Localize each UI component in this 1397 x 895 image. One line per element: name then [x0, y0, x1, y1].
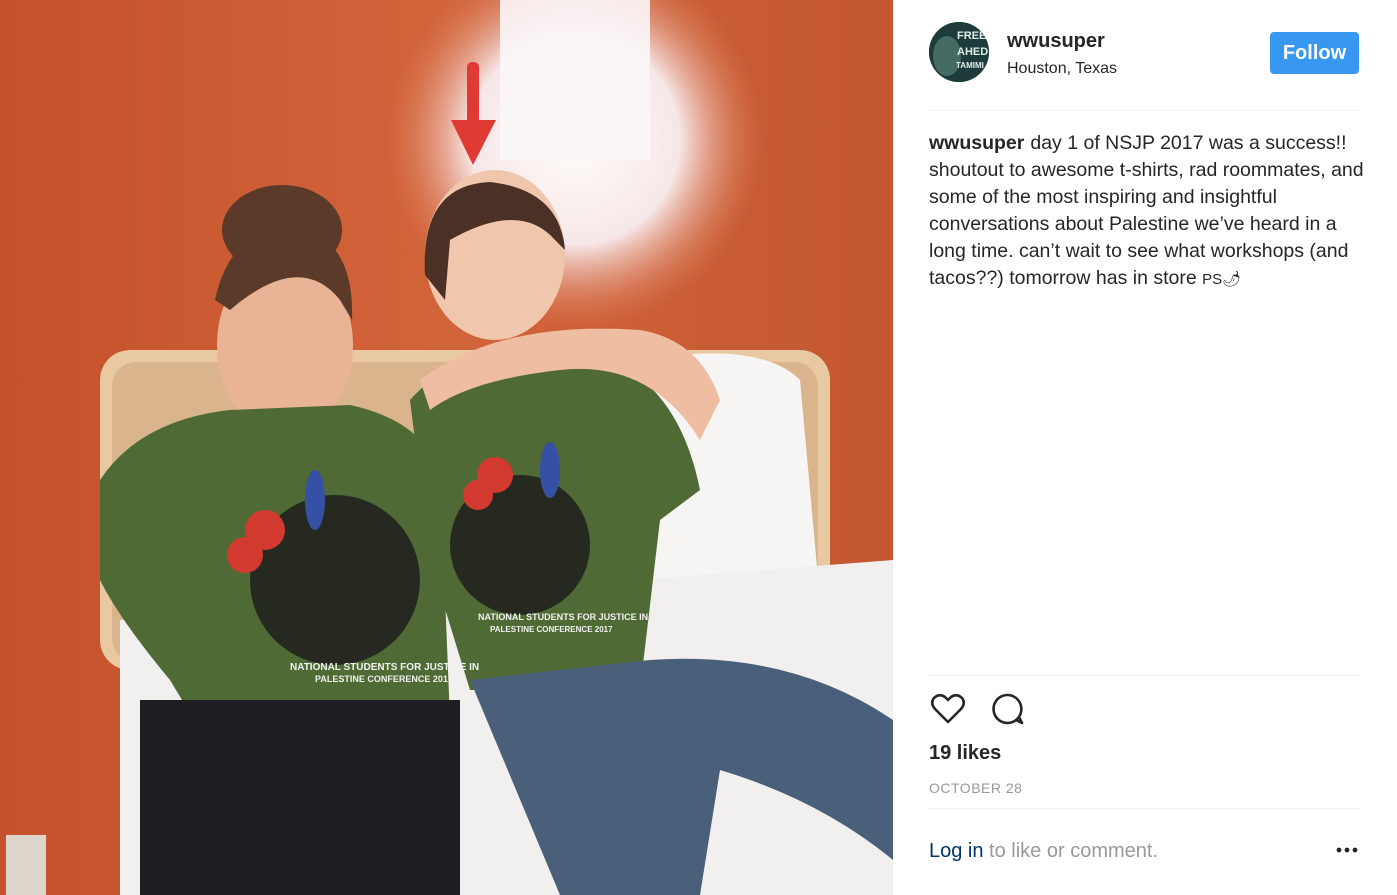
more-options-icon[interactable]: [1335, 838, 1359, 862]
shirt-text-2: PALESTINE CONFERENCE 2017: [315, 674, 453, 684]
post-caption: wwusuper day 1 of NSJP 2017 was a success…: [929, 130, 1364, 293]
likes-count[interactable]: 19 likes: [929, 742, 1001, 765]
heart-icon[interactable]: [929, 690, 967, 728]
avatar-text-1: FREE: [957, 30, 986, 42]
follow-button[interactable]: Follow: [1270, 32, 1359, 74]
photo-illustration: NATIONAL STUDENTS FOR JUSTICE IN PALESTI…: [0, 0, 893, 895]
post-photo[interactable]: NATIONAL STUDENTS FOR JUSTICE IN PALESTI…: [0, 0, 893, 895]
shirt-text-3: NATIONAL STUDENTS FOR JUSTICE IN: [478, 612, 648, 622]
avatar-image: FREE AHED TAMIMI: [929, 22, 989, 82]
caption-username[interactable]: wwusuper: [929, 132, 1024, 154]
login-prompt-text: to like or comment.: [983, 840, 1159, 862]
divider: [929, 675, 1359, 676]
post-date: OCTOBER 28: [929, 780, 1023, 796]
avatar[interactable]: FREE AHED TAMIMI: [929, 22, 989, 82]
avatar-text-3: TAMIMI: [956, 61, 984, 70]
divider: [929, 808, 1359, 809]
avatar-text-2: AHED: [957, 46, 988, 58]
caption-text: day 1 of NSJP 2017 was a success!! shout…: [929, 132, 1364, 289]
shirt-text-4: PALESTINE CONFERENCE 2017: [490, 625, 613, 634]
comment-icon[interactable]: [989, 690, 1027, 728]
caption-emoji: PS🌶: [1202, 271, 1242, 288]
location-link[interactable]: Houston, Texas: [1007, 60, 1117, 78]
login-prompt: Log in to like or comment.: [929, 840, 1158, 863]
shirt-text-1: NATIONAL STUDENTS FOR JUSTICE IN: [290, 662, 479, 673]
post-sidebar: FREE AHED TAMIMI wwusuper Houston, Texas…: [893, 0, 1397, 895]
login-link[interactable]: Log in: [929, 840, 984, 862]
post-header: FREE AHED TAMIMI wwusuper Houston, Texas…: [929, 22, 1359, 111]
username-link[interactable]: wwusuper: [1007, 30, 1105, 53]
